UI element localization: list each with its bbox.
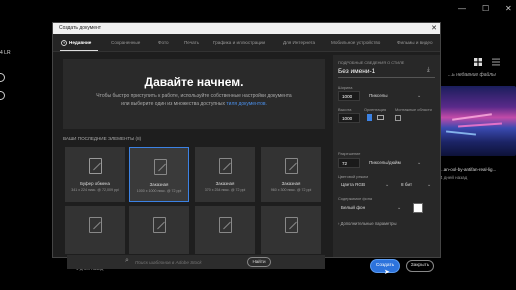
resolution-input[interactable]: 72 — [338, 158, 360, 168]
recent-preset-tile[interactable] — [195, 206, 255, 254]
document-icon — [285, 158, 298, 174]
preset-name: Заказная — [281, 181, 301, 186]
preset-name: Буфер обмена — [80, 181, 110, 186]
recent-file-thumbnail[interactable] — [438, 86, 516, 156]
maximize-icon[interactable]: ☐ — [482, 5, 489, 13]
tab-film-video[interactable]: Фильмы и видео — [397, 40, 433, 45]
tab-saved[interactable]: Сохраненные — [111, 40, 140, 45]
grid-view-icon[interactable] — [474, 58, 482, 66]
active-tab-indicator — [60, 50, 98, 51]
save-preset-icon[interactable]: ⤓ — [427, 67, 434, 74]
chevron-down-icon[interactable]: ⌄ — [427, 182, 431, 188]
landscape-orientation-icon[interactable] — [377, 115, 384, 120]
chevron-down-icon[interactable]: ⌄ — [397, 205, 401, 211]
document-icon — [154, 159, 167, 175]
sidebar-label: 4 LR — [0, 50, 11, 56]
close-icon[interactable]: ✕ — [505, 5, 512, 13]
recent-preset-tile[interactable]: Заказная 960 x 300 пикс. @ 72 ppi — [261, 147, 321, 202]
circle-icon[interactable] — [0, 91, 5, 100]
recent-preset-tile[interactable]: Заказная 370 x 254 пикс. @ 72 ppi — [195, 147, 255, 202]
close-button[interactable]: Закрыть — [406, 260, 434, 272]
recent-file-name[interactable]: ...an-ool-by-antifan-real-lig... — [440, 167, 496, 172]
mouse-cursor-icon: ➤ — [384, 269, 390, 276]
preset-details-pane: ПОДРОБНЫЕ СВЕДЕНИЯ О СТИЛЕ Без имени-1 ⤓… — [333, 55, 440, 276]
dialog-titlebar: Создать документ ✕ — [53, 23, 440, 34]
artboards-label: Монтажные области — [395, 107, 432, 112]
artboards-checkbox[interactable] — [395, 115, 401, 121]
preset-name: Заказная — [215, 181, 235, 186]
templates-link[interactable]: тиля документов. — [226, 101, 267, 107]
chevron-down-icon[interactable]: ⌄ — [417, 93, 421, 99]
width-unit-select[interactable]: Пикселы — [369, 91, 388, 100]
recent-files-title: ...ь недавние файлы — [448, 72, 496, 78]
color-mode-select[interactable]: Цвета RGB — [341, 180, 365, 189]
search-icon: ⌕ — [125, 257, 129, 264]
background-contents-select[interactable]: Белый фон — [341, 203, 365, 212]
dialog-close-icon[interactable]: ✕ — [431, 23, 437, 34]
circle-icon[interactable] — [0, 73, 5, 82]
height-label: Высота — [338, 107, 352, 112]
stock-search-button[interactable]: Найти — [247, 257, 271, 267]
list-view-icon[interactable] — [492, 58, 500, 66]
document-icon — [153, 217, 166, 233]
width-label: Ширина — [338, 85, 353, 90]
welcome-panel: Давайте начнем. Чтобы быстро приступить … — [63, 59, 325, 129]
document-name-field[interactable]: Без имени-1 — [338, 68, 375, 75]
tab-recent[interactable]: Недавние — [69, 40, 91, 45]
recent-preset-tile[interactable]: Буфер обмена 341 x 224 пикс. @ 72,009 pp… — [65, 147, 125, 202]
advanced-options-toggle[interactable]: › Дополнительные параметры — [338, 221, 396, 226]
recent-preset-tile[interactable] — [129, 206, 189, 254]
background-contents-label: Содержимое фона — [338, 196, 373, 201]
name-underline — [338, 77, 435, 78]
recent-preset-tile[interactable] — [261, 206, 321, 254]
details-section-label: ПОДРОБНЫЕ СВЕДЕНИЯ О СТИЛЕ — [338, 60, 405, 65]
document-icon — [89, 217, 102, 233]
clipboard-doc-icon — [89, 158, 102, 174]
dialog-title: Создать документ — [59, 25, 102, 31]
app-topbar: — ☐ ✕ — [0, 0, 516, 20]
welcome-title: Давайте начнем. — [144, 75, 244, 89]
height-input[interactable]: 1000 — [338, 113, 360, 123]
tab-photo[interactable]: Фото — [158, 40, 169, 45]
welcome-subtitle: Чтобы быстро приступить к работе, исполь… — [96, 93, 292, 107]
clock-icon — [61, 40, 67, 46]
tab-web[interactable]: Для Интернета — [283, 40, 315, 45]
tab-mobile[interactable]: Мобильное устройство — [331, 40, 380, 45]
recent-items-label: ВАШИ ПОСЛЕДНИЕ ЭЛЕМЕНТЫ (8) — [63, 136, 142, 141]
stock-search-input[interactable] — [135, 257, 235, 267]
chevron-down-icon[interactable]: ⌄ — [417, 160, 421, 166]
color-mode-label: Цветовой режим — [338, 174, 369, 179]
new-document-dialog: Создать документ ✕ Недавние Сохраненные … — [52, 22, 441, 276]
bit-depth-select[interactable]: 8 бит — [401, 180, 412, 189]
width-input[interactable]: 1000 — [338, 91, 360, 101]
presets-pane: Давайте начнем. Чтобы быстро приступить … — [59, 55, 329, 269]
minimize-icon[interactable]: — — [458, 5, 466, 13]
resolution-unit-select[interactable]: Пикселы/дюйм — [369, 158, 401, 167]
preset-name: Заказная — [149, 182, 169, 187]
document-icon — [285, 217, 298, 233]
background-color-swatch[interactable] — [413, 203, 423, 213]
recent-file-date: 4 дней назад — [440, 175, 468, 180]
resolution-label: Разрешение — [338, 151, 361, 156]
document-icon — [219, 158, 232, 174]
orientation-label: Ориентация — [364, 107, 387, 112]
stock-search-bar: ⌕ Найти — [67, 255, 325, 269]
chevron-down-icon[interactable]: ⌄ — [385, 182, 389, 188]
preset-size: 370 x 254 пикс. @ 72 ppi — [204, 188, 246, 192]
preset-size: 1000 x 1000 пикс. @ 72 ppi — [136, 189, 182, 193]
preset-tabs: Недавние Сохраненные Фото Печать Графика… — [53, 34, 440, 52]
preset-size: 341 x 224 пикс. @ 72,009 ppi — [71, 188, 119, 192]
document-icon — [219, 217, 232, 233]
tab-art-illustration[interactable]: Графика и иллюстрации — [213, 40, 265, 45]
portrait-orientation-icon[interactable] — [367, 114, 372, 121]
recent-preset-tile[interactable] — [65, 206, 125, 254]
recent-preset-tile-selected[interactable]: Заказная 1000 x 1000 пикс. @ 72 ppi — [129, 147, 189, 202]
tab-print[interactable]: Печать — [184, 40, 199, 45]
preset-size: 960 x 300 пикс. @ 72 ppi — [270, 188, 312, 192]
